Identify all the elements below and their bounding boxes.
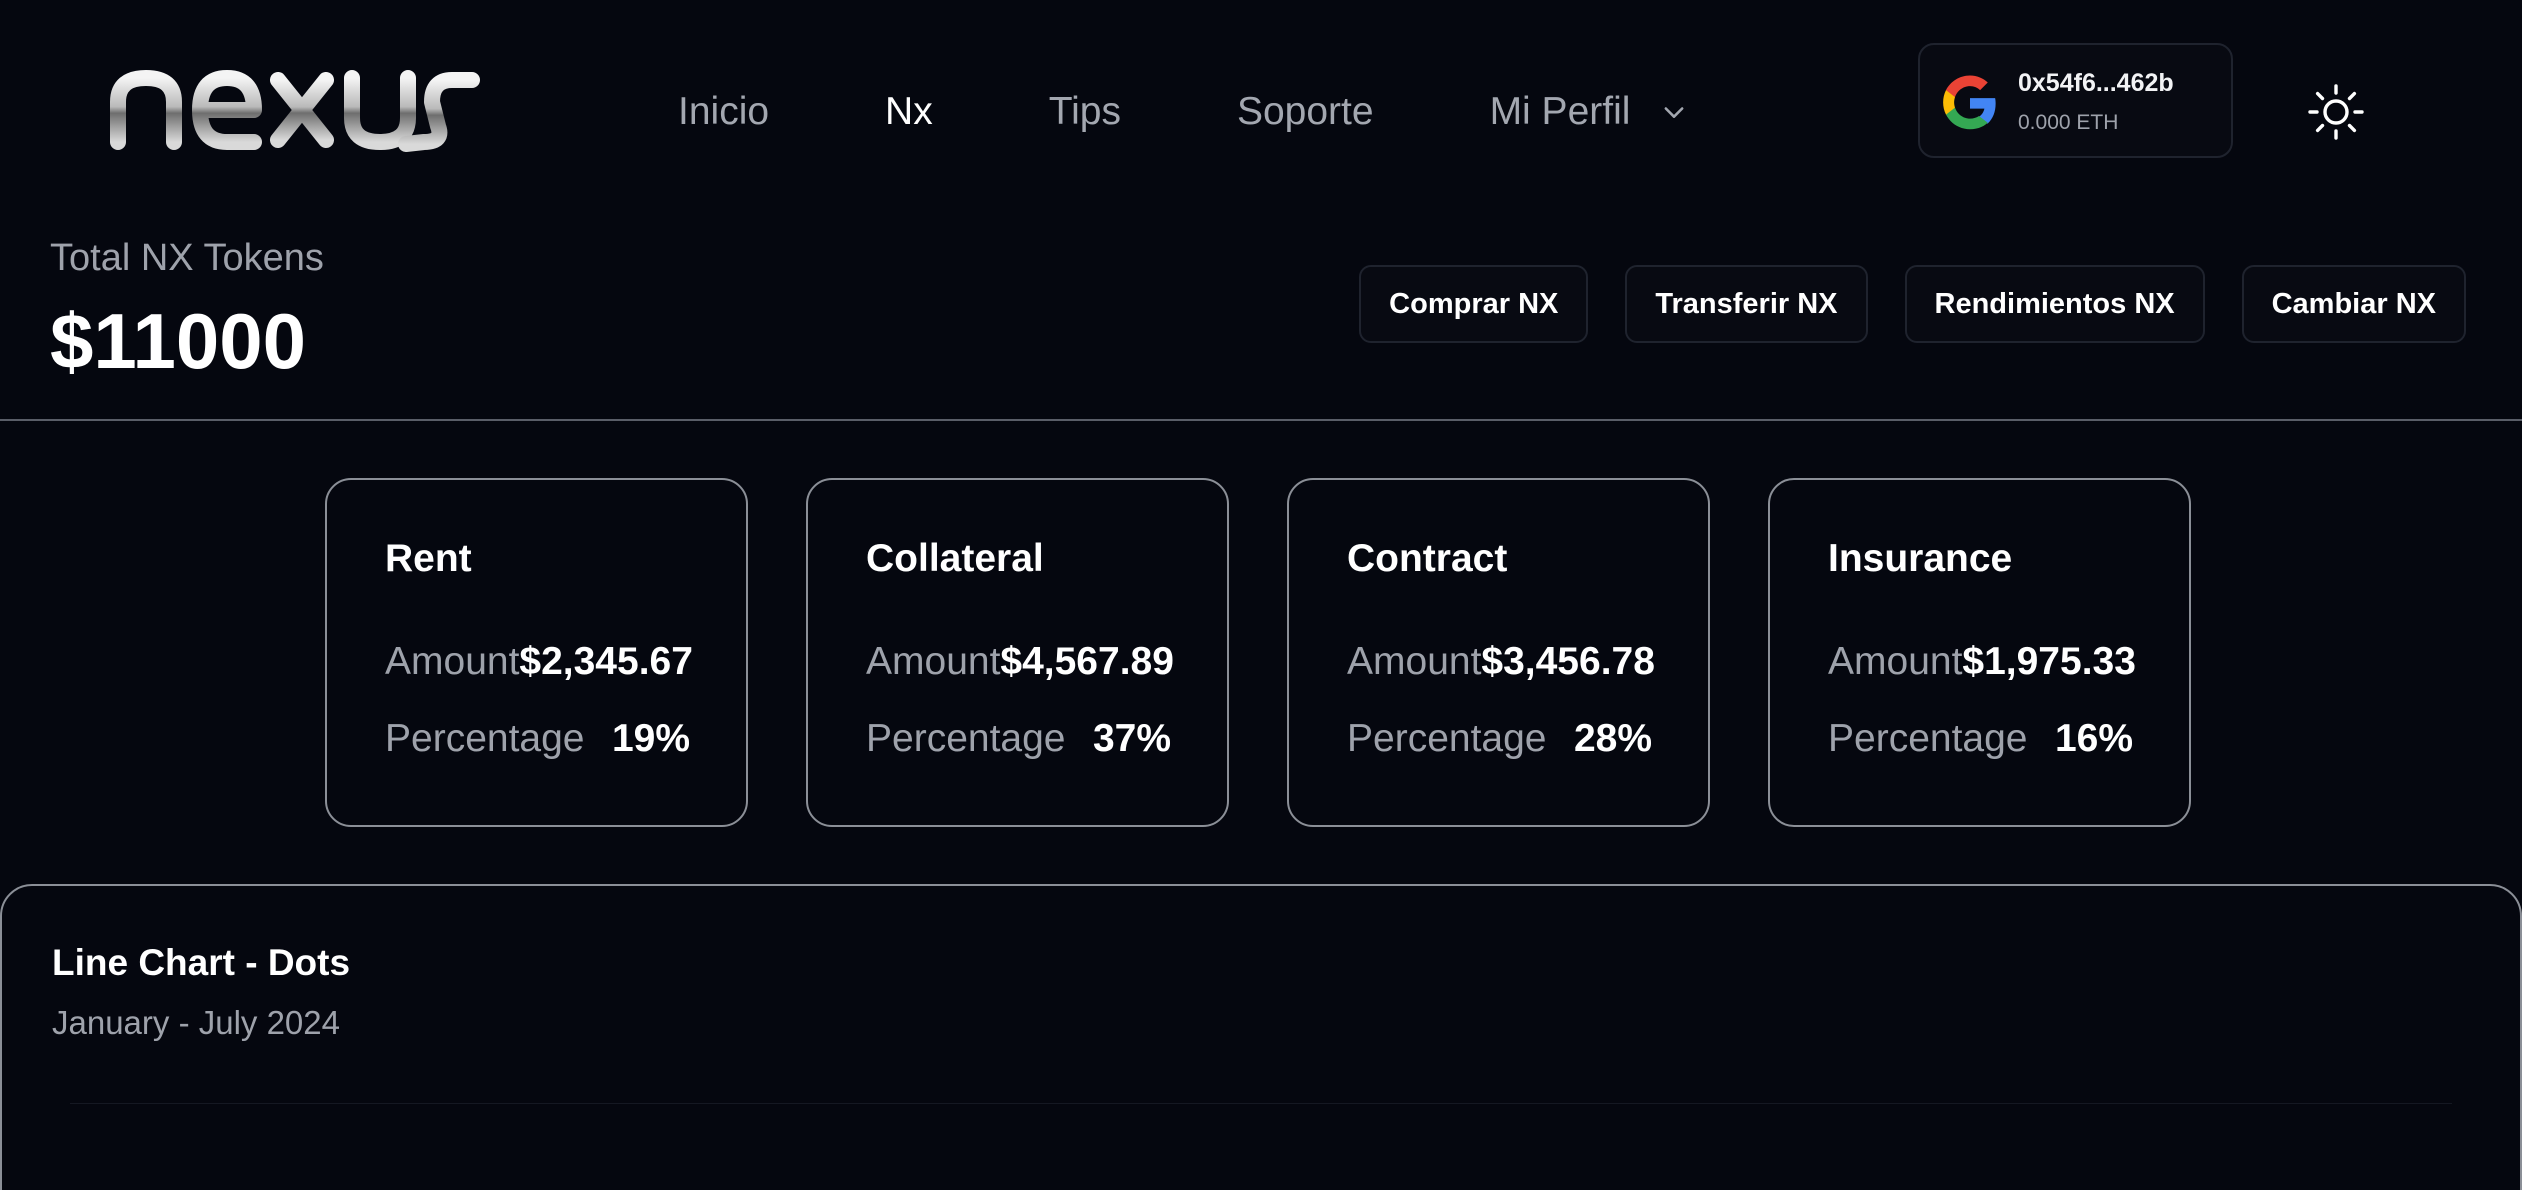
card-title: Contract [1347,537,1508,580]
amount-label: Amount [1828,640,1963,683]
google-icon [1943,75,1996,130]
total-tokens-label: Total NX Tokens [50,237,324,279]
amount-label: Amount [385,640,520,683]
line-chart-panel: Line Chart - Dots January - July 2024 [0,884,2522,1190]
nav-mi-perfil-label: Mi Perfil [1489,90,1631,133]
card-insurance: Insurance Amount $1,975.33 Percentage 16… [1768,478,2191,827]
total-tokens-value: $11000 [50,297,306,385]
amount-value: $4,567.89 [1000,640,1174,683]
amount-value: $1,975.33 [1962,640,2136,683]
nav-nx[interactable]: Nx [885,90,933,134]
main-nav: Inicio Nx Tips Soporte Mi Perfil [678,82,1688,142]
nav-tips[interactable]: Tips [1049,90,1121,134]
card-title: Collateral [866,537,1044,580]
amount-label: Amount [1347,640,1482,683]
chevron-down-icon [1664,107,1684,118]
sun-icon[interactable] [2306,82,2366,142]
token-actions: Comprar NX Transferir NX Rendimientos NX… [1322,265,2466,343]
cambiar-nx-button[interactable]: Cambiar NX [2241,265,2466,343]
percentage-value: 37% [1092,717,1171,760]
percentage-value: 16% [2054,717,2133,760]
comprar-nx-button[interactable]: Comprar NX [1359,265,1589,343]
percentage-label: Percentage [385,717,585,760]
card-title: Rent [385,537,472,580]
nav-soporte[interactable]: Soporte [1237,90,1374,134]
percentage-label: Percentage [1347,717,1547,760]
top-header: Inicio Nx Tips Soporte Mi Perfil 0x54f6.… [0,0,2522,225]
card-title: Insurance [1828,537,2013,580]
percentage-label: Percentage [866,717,1066,760]
wallet-button[interactable]: 0x54f6...462b 0.000 ETH [1918,43,2233,158]
wallet-balance: 0.000 ETH [2018,111,2119,134]
percentage-label: Percentage [1828,717,2028,760]
nav-inicio[interactable]: Inicio [678,90,769,134]
section-divider [0,419,2522,421]
card-collateral: Collateral Amount $4,567.89 Percentage 3… [806,478,1229,827]
rendimientos-nx-button[interactable]: Rendimientos NX [1904,265,2205,343]
transferir-nx-button[interactable]: Transferir NX [1625,265,1868,343]
percentage-value: 28% [1573,717,1652,760]
amount-value: $2,345.67 [519,640,693,683]
amount-value: $3,456.78 [1481,640,1655,683]
amount-label: Amount [866,640,1001,683]
card-contract: Contract Amount $3,456.78 Percentage 28% [1287,478,1710,827]
percentage-value: 19% [611,717,690,760]
nav-mi-perfil-dropdown[interactable]: Mi Perfil [1490,90,1689,134]
chart-subtitle: January - July 2024 [52,1004,340,1041]
chart-title: Line Chart - Dots [52,942,351,983]
card-rent: Rent Amount $2,345.67 Percentage 19% [325,478,748,827]
wallet-address: 0x54f6...462b [2018,69,2174,97]
nexus-logo[interactable] [108,62,483,152]
chart-gridline [70,1103,2452,1104]
